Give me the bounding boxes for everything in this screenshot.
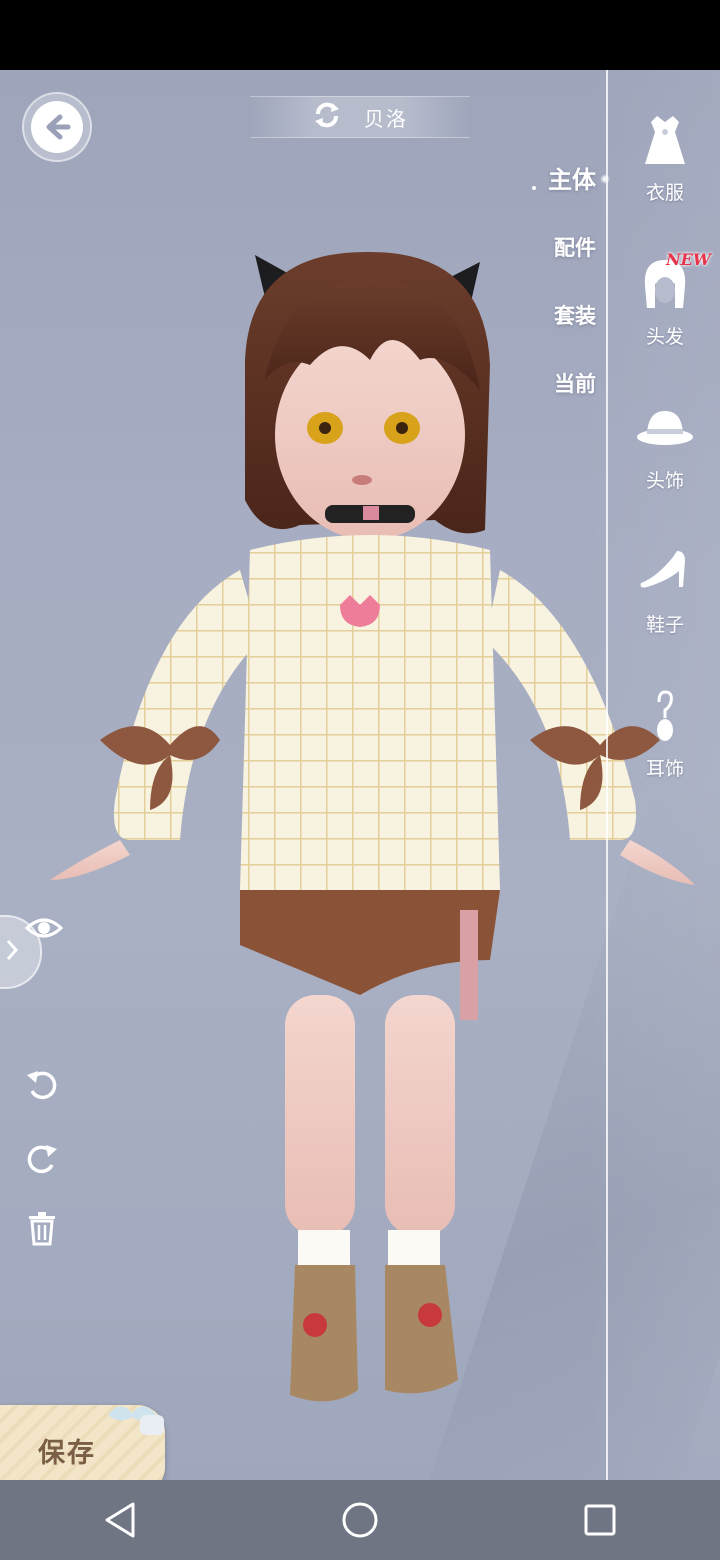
tab-current[interactable]: 当前 — [554, 364, 596, 432]
sleeve-left — [114, 570, 260, 840]
skirt-tag — [460, 910, 478, 1020]
trash-icon — [29, 1212, 55, 1246]
sock-right — [388, 1230, 440, 1270]
triangle-back-icon — [105, 1502, 135, 1538]
hand-right — [620, 840, 695, 885]
undo-icon — [27, 1071, 57, 1100]
nav-home-button[interactable] — [330, 1490, 390, 1550]
system-nav-bar — [0, 1480, 720, 1560]
leg-left — [285, 995, 355, 1235]
tab-accessories[interactable]: 配件 — [554, 228, 596, 296]
status-bar — [0, 0, 720, 70]
delete-button[interactable] — [22, 1208, 62, 1248]
circle-home-icon — [342, 1502, 378, 1538]
tab-main[interactable]: 主体 — [532, 160, 610, 228]
panel-divider — [606, 70, 608, 1480]
ribbon-decoration-icon — [108, 1406, 164, 1435]
redo-icon — [27, 1145, 57, 1174]
earring-icon — [635, 686, 695, 746]
refresh-icon — [312, 100, 342, 134]
category-earrings[interactable]: 耳饰 — [610, 686, 720, 830]
square-recents-icon — [584, 1504, 616, 1536]
hand-left — [50, 840, 130, 880]
heel-shoe-icon — [635, 542, 695, 602]
sub-tab-list: 主体 配件 套装 当前 — [532, 160, 610, 432]
character-name-switch[interactable]: 贝洛 — [250, 96, 470, 138]
character-name: 贝洛 — [364, 106, 408, 131]
mouth — [352, 475, 372, 485]
hat-icon — [635, 398, 695, 458]
redo-button[interactable] — [22, 1137, 62, 1177]
new-badge: NEW — [666, 250, 711, 269]
category-hair[interactable]: 头发 — [610, 254, 720, 398]
tab-outfit-set[interactable]: 套装 — [554, 296, 596, 364]
sweater — [240, 535, 500, 900]
undo-button[interactable] — [22, 1063, 62, 1103]
sock-left — [298, 1230, 350, 1270]
nav-back-button[interactable] — [90, 1490, 150, 1550]
boot-right — [385, 1265, 458, 1394]
arrow-left-icon — [31, 101, 83, 153]
category-headwear[interactable]: 头饰 — [610, 398, 720, 542]
nav-recents-button[interactable] — [570, 1490, 630, 1550]
save-label: 保存 — [38, 1438, 96, 1469]
category-sidebar: 衣服 头发 头饰 鞋子 耳饰 — [610, 110, 720, 830]
dress-icon — [635, 110, 695, 170]
eye-icon[interactable] — [24, 912, 64, 944]
category-shoes[interactable]: 鞋子 — [610, 542, 720, 686]
leg-right — [385, 995, 455, 1235]
category-clothes[interactable]: 衣服 — [610, 110, 720, 254]
boot-left — [290, 1265, 358, 1402]
back-button[interactable] — [22, 92, 92, 162]
